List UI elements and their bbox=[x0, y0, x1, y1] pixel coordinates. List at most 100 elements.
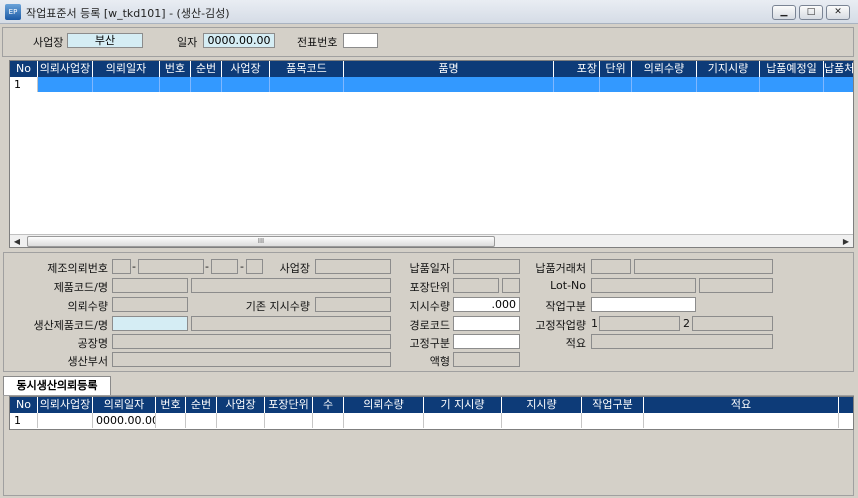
col-req-qty[interactable]: 의뢰수량 bbox=[344, 397, 424, 413]
col-number[interactable]: 번호 bbox=[156, 397, 186, 413]
site-form-field[interactable] bbox=[315, 259, 391, 274]
prev-qty-field[interactable] bbox=[315, 297, 391, 312]
cell[interactable] bbox=[38, 413, 93, 428]
table-row[interactable]: 1 bbox=[10, 77, 853, 92]
col-unit[interactable]: 단위 bbox=[600, 61, 632, 77]
table-row[interactable]: 1 0000.00.00 bbox=[10, 413, 853, 428]
req-no-field-3[interactable] bbox=[211, 259, 238, 274]
req-qty-field[interactable] bbox=[112, 297, 188, 312]
close-button[interactable]: ✕ bbox=[826, 5, 850, 20]
col-no[interactable]: No bbox=[10, 61, 38, 77]
cell[interactable] bbox=[424, 413, 502, 428]
fixed-qty-1-field[interactable] bbox=[599, 316, 680, 331]
col-item-name[interactable]: 품명 bbox=[344, 61, 554, 77]
col-prev-qty[interactable]: 기지시량 bbox=[697, 61, 760, 77]
col-req-qty[interactable]: 의뢰수량 bbox=[632, 61, 697, 77]
col-due-date[interactable]: 납품예정일 bbox=[760, 61, 824, 77]
tab-concurrent-request[interactable]: 동시생산의뢰등록 bbox=[3, 376, 111, 396]
scroll-right-icon[interactable]: ▶ bbox=[839, 235, 853, 247]
product-code-field[interactable] bbox=[112, 278, 188, 293]
bottom-grid[interactable]: No 의뢰사업장 의뢰일자 번호 순번 사업장 포장단위 수 의뢰수량 기 지시… bbox=[9, 396, 854, 430]
col-pack-unit[interactable]: 포장단위 bbox=[265, 397, 313, 413]
fixed-qty-2-field[interactable] bbox=[692, 316, 773, 331]
cell[interactable] bbox=[502, 413, 582, 428]
col-customer[interactable]: 납품처 bbox=[824, 61, 853, 77]
cell[interactable] bbox=[270, 77, 344, 92]
prod-name-field[interactable] bbox=[191, 316, 391, 331]
col-order-qty[interactable]: 지시량 bbox=[502, 397, 582, 413]
col-item-code[interactable]: 품목코드 bbox=[270, 61, 344, 77]
slip-number-input[interactable] bbox=[343, 33, 378, 48]
cell[interactable] bbox=[191, 77, 222, 92]
fixed-qty-label: 고정작업량 bbox=[535, 319, 586, 332]
col-work-type[interactable]: 작업구분 bbox=[582, 397, 644, 413]
order-qty-input[interactable]: .000 bbox=[453, 297, 520, 312]
col-prev-qty[interactable]: 기 지시량 bbox=[424, 397, 502, 413]
col-req-date[interactable]: 의뢰일자 bbox=[93, 61, 160, 77]
cell[interactable] bbox=[186, 413, 217, 428]
restore-button[interactable]: □ bbox=[799, 5, 823, 20]
req-no-field-4[interactable] bbox=[246, 259, 263, 274]
col-site[interactable]: 사업장 bbox=[222, 61, 270, 77]
cell[interactable] bbox=[760, 77, 824, 92]
req-no-field-2[interactable] bbox=[138, 259, 204, 274]
cell[interactable] bbox=[554, 77, 600, 92]
cell[interactable] bbox=[156, 413, 186, 428]
scroll-thumb[interactable]: III bbox=[27, 236, 495, 247]
scroll-left-icon[interactable]: ◀ bbox=[10, 235, 24, 247]
top-grid[interactable]: No 의뢰사업장 의뢰일자 번호 순번 사업장 품목코드 품명 포장 단위 의뢰… bbox=[9, 60, 854, 248]
cell[interactable] bbox=[644, 413, 839, 428]
cell[interactable] bbox=[697, 77, 760, 92]
customer-name-field[interactable] bbox=[634, 259, 773, 274]
fixed-type-input[interactable] bbox=[453, 334, 520, 349]
cell[interactable] bbox=[222, 77, 270, 92]
remark-field[interactable] bbox=[591, 334, 773, 349]
cell[interactable] bbox=[632, 77, 697, 92]
col-site[interactable]: 사업장 bbox=[217, 397, 265, 413]
date-field[interactable]: 0000.00.00 bbox=[203, 33, 275, 48]
col-seq[interactable]: 순번 bbox=[191, 61, 222, 77]
bottom-grid-header: No 의뢰사업장 의뢰일자 번호 순번 사업장 포장단위 수 의뢰수량 기 지시… bbox=[10, 397, 853, 413]
cell[interactable] bbox=[217, 413, 265, 428]
cell[interactable] bbox=[600, 77, 632, 92]
col-no[interactable]: No bbox=[10, 397, 38, 413]
lot-field-1[interactable] bbox=[591, 278, 696, 293]
row-number: 1 bbox=[10, 413, 38, 428]
customer-code-field[interactable] bbox=[591, 259, 631, 274]
minimize-button[interactable]: ▁ bbox=[772, 5, 796, 20]
cell[interactable] bbox=[344, 413, 424, 428]
delivery-date-label: 납품일자 bbox=[409, 262, 450, 275]
col-req-date[interactable]: 의뢰일자 bbox=[93, 397, 156, 413]
pack-unit-field[interactable] bbox=[453, 278, 499, 293]
col-req-site[interactable]: 의뢰사업장 bbox=[38, 61, 93, 77]
app-icon: EP bbox=[5, 4, 21, 20]
col-count[interactable]: 수 bbox=[313, 397, 344, 413]
dept-field[interactable] bbox=[112, 352, 391, 367]
cell[interactable] bbox=[38, 77, 93, 92]
cell[interactable] bbox=[344, 77, 554, 92]
col-seq[interactable]: 순번 bbox=[186, 397, 217, 413]
cell[interactable] bbox=[93, 77, 160, 92]
col-remark[interactable]: 적요 bbox=[644, 397, 839, 413]
route-code-input[interactable] bbox=[453, 316, 520, 331]
delivery-date-field[interactable] bbox=[453, 259, 520, 274]
product-name-field[interactable] bbox=[191, 278, 391, 293]
req-no-field-1[interactable] bbox=[112, 259, 131, 274]
cell-req-date[interactable]: 0000.00.00 bbox=[93, 413, 156, 428]
col-number[interactable]: 번호 bbox=[160, 61, 191, 77]
cell[interactable] bbox=[313, 413, 344, 428]
liquid-field[interactable] bbox=[453, 352, 520, 367]
factory-label: 공장명 bbox=[77, 337, 108, 350]
cell[interactable] bbox=[582, 413, 644, 428]
lot-field-2[interactable] bbox=[699, 278, 773, 293]
unit-field[interactable] bbox=[502, 278, 520, 293]
col-req-site[interactable]: 의뢰사업장 bbox=[38, 397, 93, 413]
factory-field[interactable] bbox=[112, 334, 391, 349]
horizontal-scrollbar[interactable]: ◀ III ▶ bbox=[10, 234, 853, 247]
site-field[interactable]: 부산 bbox=[67, 33, 143, 48]
cell[interactable] bbox=[160, 77, 191, 92]
col-pack[interactable]: 포장 bbox=[554, 61, 600, 77]
prod-code-input[interactable] bbox=[112, 316, 188, 331]
work-type-input[interactable] bbox=[591, 297, 696, 312]
cell[interactable] bbox=[265, 413, 313, 428]
